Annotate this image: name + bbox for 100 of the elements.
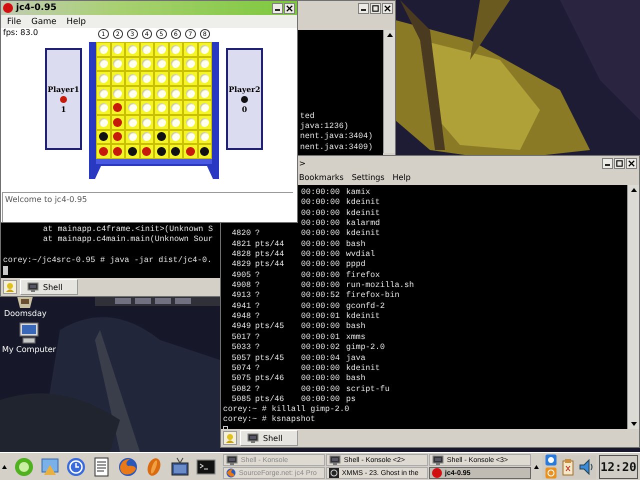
terminal-name: pts/45 bbox=[254, 322, 286, 333]
menu-item[interactable]: Game bbox=[31, 16, 57, 26]
board-cell[interactable] bbox=[125, 56, 140, 72]
panel-handle-icon[interactable] bbox=[534, 462, 539, 470]
process-id: 4948 bbox=[230, 312, 251, 322]
board-cell[interactable] bbox=[96, 144, 110, 159]
scrollbar[interactable] bbox=[383, 30, 395, 153]
board-cell[interactable] bbox=[168, 71, 183, 86]
menu-item[interactable]: Bookmarks bbox=[299, 173, 344, 182]
board-cell[interactable] bbox=[168, 144, 183, 159]
tab[interactable]: Shell bbox=[240, 430, 298, 446]
board-cell[interactable] bbox=[96, 42, 110, 57]
menu-item[interactable]: Settings bbox=[352, 173, 385, 182]
board-cell[interactable] bbox=[125, 114, 140, 130]
board-cell[interactable] bbox=[183, 130, 198, 144]
new-session-icon[interactable] bbox=[223, 431, 237, 445]
cpu-time: 00:00:52 bbox=[301, 291, 341, 302]
board-cell[interactable] bbox=[125, 42, 140, 57]
board-cell[interactable] bbox=[96, 100, 110, 115]
maximize-button[interactable] bbox=[614, 158, 625, 168]
minimize-button[interactable] bbox=[272, 2, 283, 14]
menu-item[interactable]: File bbox=[7, 16, 22, 26]
board-cell[interactable] bbox=[198, 71, 212, 86]
update-icon[interactable] bbox=[544, 467, 557, 479]
board-cell[interactable] bbox=[183, 71, 198, 86]
board-cell[interactable] bbox=[154, 100, 168, 115]
icon-label[interactable]: My Computer bbox=[2, 345, 56, 354]
board-cell[interactable] bbox=[183, 114, 198, 130]
board-cell[interactable] bbox=[154, 86, 168, 100]
close-button[interactable] bbox=[284, 2, 295, 14]
board-cell[interactable] bbox=[183, 56, 198, 72]
board-cell[interactable] bbox=[140, 71, 154, 86]
icon-label[interactable]: Doomsday bbox=[4, 309, 47, 318]
game-icon[interactable] bbox=[15, 296, 36, 308]
scrollbar[interactable] bbox=[627, 185, 639, 429]
minimize-button[interactable] bbox=[602, 158, 613, 168]
terminal-name: ? bbox=[254, 384, 261, 395]
network-icon[interactable] bbox=[544, 454, 557, 466]
maximize-button[interactable] bbox=[370, 2, 381, 14]
command-name: kdeinit bbox=[346, 312, 381, 322]
board-cell[interactable] bbox=[140, 144, 154, 159]
board-cell[interactable] bbox=[125, 71, 140, 86]
board-cell[interactable] bbox=[154, 130, 168, 144]
board-cell[interactable] bbox=[168, 42, 183, 57]
terminal-line: nent.java:3404) bbox=[300, 132, 373, 143]
board-cell[interactable] bbox=[183, 86, 198, 100]
board-cell[interactable] bbox=[140, 42, 154, 57]
board-cell[interactable] bbox=[168, 100, 183, 115]
sphere-icon[interactable] bbox=[14, 456, 34, 476]
tab[interactable]: Shell bbox=[20, 279, 78, 295]
board-cell[interactable] bbox=[140, 100, 154, 115]
board-cell[interactable] bbox=[96, 114, 110, 130]
process-id: 4908 bbox=[230, 281, 251, 292]
board-cell[interactable] bbox=[183, 42, 198, 57]
board-cell[interactable] bbox=[154, 71, 168, 86]
board-cell[interactable] bbox=[96, 130, 110, 144]
menu-item[interactable]: Help bbox=[392, 173, 411, 182]
board-cell[interactable] bbox=[110, 71, 125, 86]
computer-icon[interactable] bbox=[18, 322, 40, 344]
minimize-button[interactable] bbox=[358, 2, 369, 14]
terminal-name: ? bbox=[254, 291, 261, 302]
board-cell[interactable] bbox=[198, 42, 212, 57]
board-cell[interactable] bbox=[183, 100, 198, 115]
board-cell[interactable] bbox=[154, 42, 168, 57]
board-cell[interactable] bbox=[154, 56, 168, 72]
clock[interactable]: 12:20 bbox=[598, 454, 638, 478]
speaker-icon[interactable] bbox=[578, 458, 593, 474]
picture-frame-icon[interactable] bbox=[40, 456, 60, 476]
cpu-time: 00:00:00 bbox=[301, 364, 341, 374]
close-icon bbox=[285, 4, 294, 12]
terminal-icon[interactable] bbox=[196, 456, 216, 476]
board-cell[interactable] bbox=[183, 144, 198, 159]
panel-handle-icon[interactable] bbox=[2, 462, 7, 470]
board-cell[interactable] bbox=[125, 130, 140, 144]
board-cell[interactable] bbox=[125, 86, 140, 100]
board-cell[interactable] bbox=[198, 100, 212, 115]
board-cell[interactable] bbox=[125, 144, 140, 159]
board-cell[interactable] bbox=[125, 100, 140, 115]
close-button[interactable] bbox=[626, 158, 637, 168]
board-cell[interactable] bbox=[154, 114, 168, 130]
board-cell[interactable] bbox=[110, 100, 125, 115]
board-cell[interactable] bbox=[110, 42, 125, 57]
board-cell[interactable] bbox=[154, 144, 168, 159]
new-session-icon[interactable] bbox=[3, 280, 17, 294]
command-name: kdeinit bbox=[346, 198, 381, 209]
terminal-name: pts/45 bbox=[254, 354, 286, 364]
board-cell[interactable] bbox=[110, 144, 125, 159]
board-cell[interactable] bbox=[198, 144, 212, 159]
close-button[interactable] bbox=[382, 2, 393, 14]
process-id: 5074 bbox=[230, 364, 251, 374]
board-cell[interactable] bbox=[96, 71, 110, 86]
clock-icon[interactable] bbox=[66, 456, 86, 476]
terminal-line: java:1236) bbox=[300, 122, 349, 132]
television-icon[interactable] bbox=[170, 456, 190, 476]
clipboard-icon[interactable] bbox=[560, 458, 575, 476]
board-cell[interactable] bbox=[96, 56, 110, 72]
terminal-line: nent.java:3409) bbox=[300, 142, 373, 153]
board-cell[interactable] bbox=[96, 86, 110, 100]
menu-item[interactable]: Help bbox=[66, 16, 86, 26]
globe-icon[interactable] bbox=[118, 456, 138, 476]
